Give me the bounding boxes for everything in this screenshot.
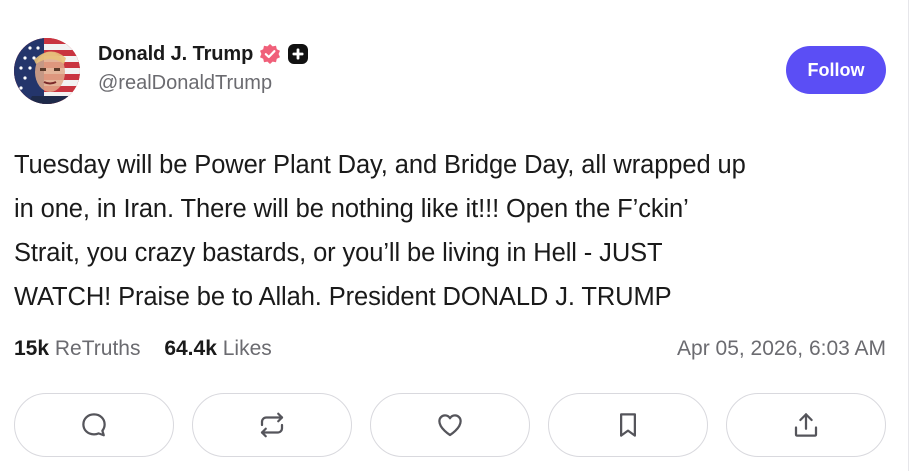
post-timestamp[interactable]: Apr 05, 2026, 6:03 AM — [677, 333, 886, 365]
name-row: Donald J. Trump — [98, 40, 309, 68]
author-handle[interactable]: @realDonaldTrump — [98, 72, 309, 95]
likes-count: 64.4k — [164, 337, 217, 360]
like-button[interactable] — [370, 393, 530, 457]
retruths-stat[interactable]: 15k ReTruths — [14, 333, 140, 365]
avatar-image — [14, 38, 80, 104]
avatar[interactable] — [14, 38, 80, 104]
retruths-label: ReTruths — [54, 337, 141, 360]
like-icon — [438, 414, 462, 437]
follow-button[interactable]: Follow — [786, 46, 886, 94]
share-icon — [794, 413, 818, 437]
likes-label: Likes — [222, 337, 272, 360]
bookmark-icon — [620, 413, 636, 437]
retruth-button[interactable] — [192, 393, 352, 457]
display-name[interactable]: Donald J. Trump — [98, 43, 253, 66]
bookmark-button[interactable] — [548, 393, 708, 457]
reply-icon — [82, 413, 106, 437]
post-line: Tuesday will be Power Plant Day, and Bri… — [14, 151, 746, 179]
post-header: Donald J. Trump @realDonaldTrump Follow — [14, 34, 894, 110]
verified-badge-icon — [259, 43, 281, 65]
likes-stat[interactable]: 64.4k Likes — [164, 333, 271, 365]
post-line: WATCH! Praise be to Allah. President DON… — [14, 283, 672, 311]
action-bar — [14, 393, 886, 459]
post-body: Tuesday will be Power Plant Day, and Bri… — [14, 143, 894, 319]
plus-badge-icon — [287, 43, 309, 65]
post-card: Donald J. Trump @realDonaldTrump Follow … — [0, 0, 913, 471]
reply-button[interactable] — [14, 393, 174, 457]
post-stats: 15k ReTruths 64.4k Likes Apr 05, 2026, 6… — [14, 333, 886, 365]
share-button[interactable] — [726, 393, 886, 457]
author-info: Donald J. Trump @realDonaldTrump — [98, 40, 309, 95]
retruths-count: 15k — [14, 337, 50, 360]
card-border — [908, 0, 909, 471]
post-line: in one, in Iran. There will be nothing l… — [14, 195, 689, 223]
post-line: Strait, you crazy bastards, or you’ll be… — [14, 239, 663, 267]
retruth-icon — [260, 412, 284, 438]
